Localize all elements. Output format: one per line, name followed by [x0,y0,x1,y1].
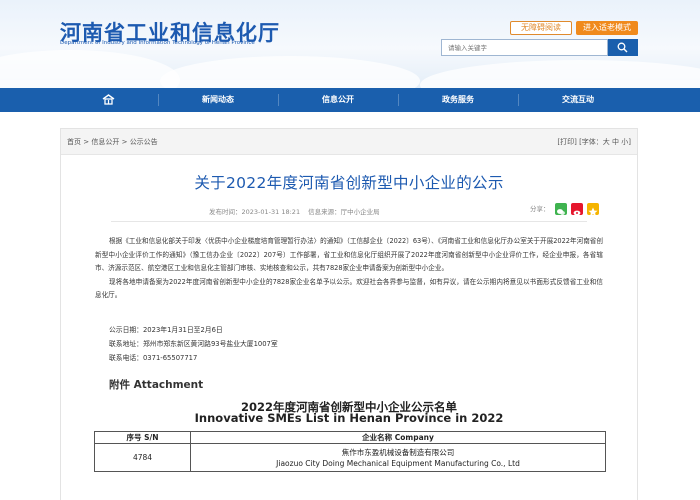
print-button[interactable]: [打印] [557,138,576,146]
font-medium-button[interactable]: 中 [612,138,619,146]
site-header: 河南省工业和信息化厅 Department of Industry and In… [0,0,700,88]
breadcrumb-bar: 首页 > 信息公开 > 公示公告 [打印] [字体：大 中 小] [61,129,637,155]
article-container: 首页 > 信息公开 > 公示公告 [打印] [字体：大 中 小] 关于2022年… [60,128,638,500]
weibo-share-icon[interactable] [571,203,583,216]
barrier-free-button[interactable]: 无障碍阅读 [510,21,572,35]
article-body: 根据《工业和信息化部关于印发〈优质中小企业梯度培育管理暂行办法〉的通知》（工信部… [95,235,603,303]
article-tools: [打印] [字体：大 中 小] [557,129,631,155]
breadcrumb: 首页 > 信息公开 > 公示公告 [67,129,158,155]
info-source: 信息来源：厅中小企业局 [308,208,380,216]
article-paragraph: 现将各地申请备案为2022年度河南省创新型中小企业的7828家企业名单予以公示。… [95,277,603,300]
breadcrumb-separator: > [121,138,128,146]
header-decoration [160,56,420,88]
company-name-en: Jiaozuo City Doing Mechanical Equipment … [276,458,520,468]
search-input[interactable] [441,39,608,56]
nav-news[interactable]: 新闻动态 [178,88,258,112]
contact-phone: 联系电话：0371-65507717 [109,354,198,362]
article-paragraph: 根据《工业和信息化部关于印发〈优质中小企业梯度培育管理暂行办法〉的通知》（工信部… [95,237,603,272]
row-number: 4784 [94,443,191,472]
column-header-company: 企业名称 Company [190,431,606,444]
company-name: 焦作市东盈机械设备制造有限公司 Jiaozuo City Doing Mecha… [190,443,606,472]
company-name-cn: 焦作市东盈机械设备制造有限公司 [341,447,455,457]
search-button[interactable] [608,39,638,56]
nav-government-services[interactable]: 政务服务 [418,88,498,112]
elder-mode-button[interactable]: 进入适老模式 [576,21,638,35]
notice-period: 公示日期：2023年1月31日至2月6日 [109,326,223,334]
header-decoration [420,60,700,88]
list-title-en: Innovative SMEs List in Henan Province i… [194,411,504,425]
nav-divider [398,94,399,106]
contact-address: 联系地址：郑州市郑东新区黄河路93号盐业大厦1007室 [109,340,278,348]
main-nav: 新闻动态 信息公开 政务服务 交流互动 [0,88,700,112]
breadcrumb-home[interactable]: 首页 [67,138,81,146]
table-row: 4784 焦作市东盈机械设备制造有限公司 Jiaozuo City Doing … [94,443,606,472]
divider [111,221,587,222]
home-icon [102,94,114,105]
header-decoration [0,50,180,88]
search-icon [617,42,628,53]
article-meta: 发布时间：2023-01-31 18:21 信息来源：厅中小企业局 [209,206,386,216]
qzone-share-icon[interactable] [587,203,599,217]
nav-info-disclosure[interactable]: 信息公开 [298,88,378,112]
publish-time: 发布时间：2023-01-31 18:21 [209,208,301,216]
breadcrumb-info-disclosure[interactable]: 信息公开 [91,138,119,146]
breadcrumb-notices[interactable]: 公示公告 [130,138,158,146]
table-header-row: 序号 S/N 企业名称 Company [94,431,606,444]
attachment-heading: 附件 Attachment [109,379,204,391]
sme-table: 序号 S/N 企业名称 Company 4784 焦作市东盈机械设备制造有限公司… [94,431,606,472]
nav-divider [518,94,519,106]
article-title: 关于2022年度河南省创新型中小企业的公示 [194,174,504,192]
font-large-button[interactable]: 大 [603,138,610,146]
column-header-no: 序号 S/N [94,431,191,444]
share-label: 分享： [530,205,550,213]
nav-home[interactable] [96,88,120,112]
breadcrumb-separator: > [83,138,90,146]
font-size-bracket: ] [628,138,631,146]
nav-divider [158,94,159,106]
site-subtitle: Department of Industry and Information T… [60,40,255,46]
wechat-share-icon[interactable] [555,203,567,215]
nav-interaction[interactable]: 交流互动 [538,88,618,112]
nav-divider [278,94,279,106]
font-size-label: [字体： [579,138,603,146]
